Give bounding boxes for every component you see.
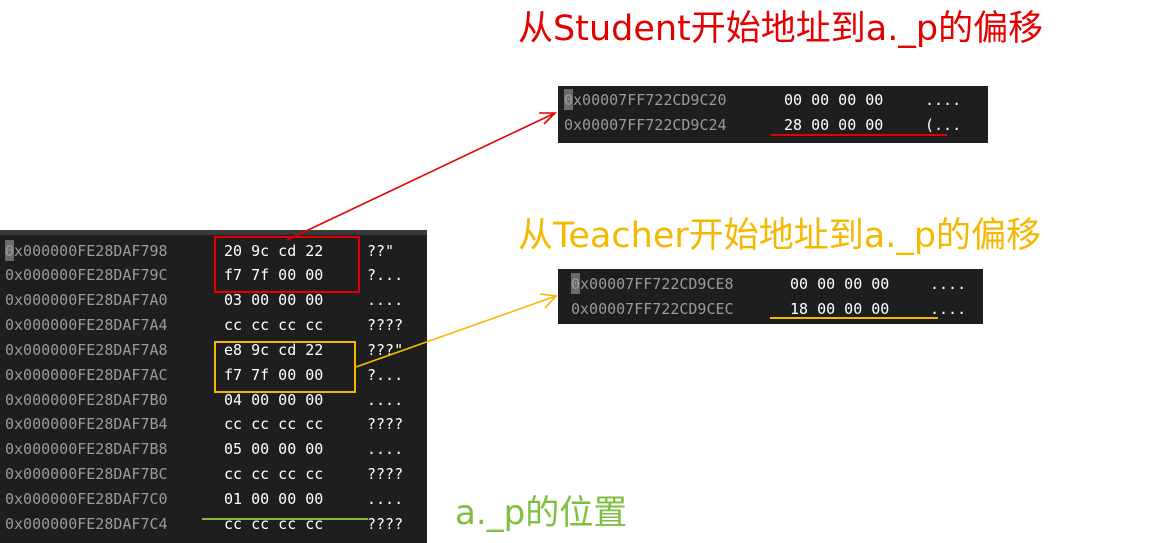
red-arrow	[286, 112, 557, 241]
orange-arrow	[355, 293, 558, 368]
annotation-arrows	[286, 112, 558, 368]
